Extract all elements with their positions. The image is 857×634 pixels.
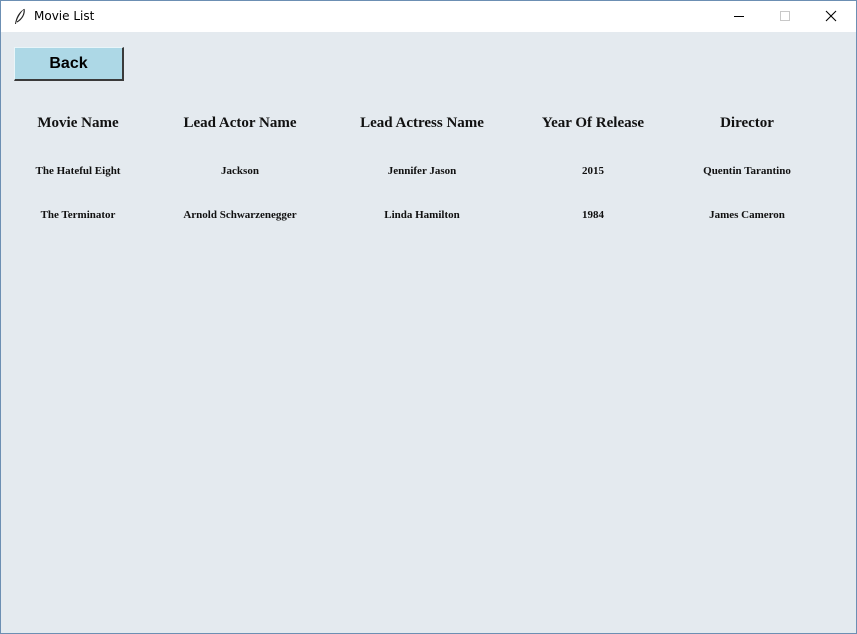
table-cell-lead-actor: Arnold Schwarzenegger [183, 209, 297, 221]
table-cell-year: 1984 [582, 209, 604, 221]
table-cell-director: James Cameron [709, 209, 785, 221]
close-icon [825, 7, 837, 26]
window-title: Movie List [34, 9, 95, 23]
table-cell-director: Quentin Tarantino [703, 165, 791, 177]
table-cell-year: 2015 [582, 165, 604, 177]
feather-icon [13, 8, 27, 26]
close-button[interactable] [808, 1, 854, 32]
maximize-button[interactable] [762, 1, 808, 32]
column-header-movie-name: Movie Name [37, 115, 119, 131]
table-cell-movie-name: The Terminator [40, 209, 116, 221]
table-cell-lead-actor: Jackson [221, 165, 259, 177]
movie-list-window: Movie List Back Movie Name Lead Actor Na… [0, 0, 857, 634]
column-header-year: Year Of Release [541, 115, 645, 131]
column-header-lead-actress: Lead Actress Name [360, 115, 484, 131]
table-cell-lead-actress: Jennifer Jason [387, 165, 457, 177]
maximize-icon [779, 7, 791, 26]
column-header-lead-actor: Lead Actor Name [183, 115, 297, 131]
minimize-button[interactable] [716, 1, 762, 32]
title-bar[interactable]: Movie List [1, 1, 856, 32]
back-button[interactable]: Back [14, 47, 124, 81]
column-header-director: Director [720, 115, 774, 131]
table-cell-lead-actress: Linda Hamilton [384, 209, 460, 221]
table-cell-movie-name: The Hateful Eight [35, 165, 121, 177]
minimize-icon [733, 7, 745, 26]
